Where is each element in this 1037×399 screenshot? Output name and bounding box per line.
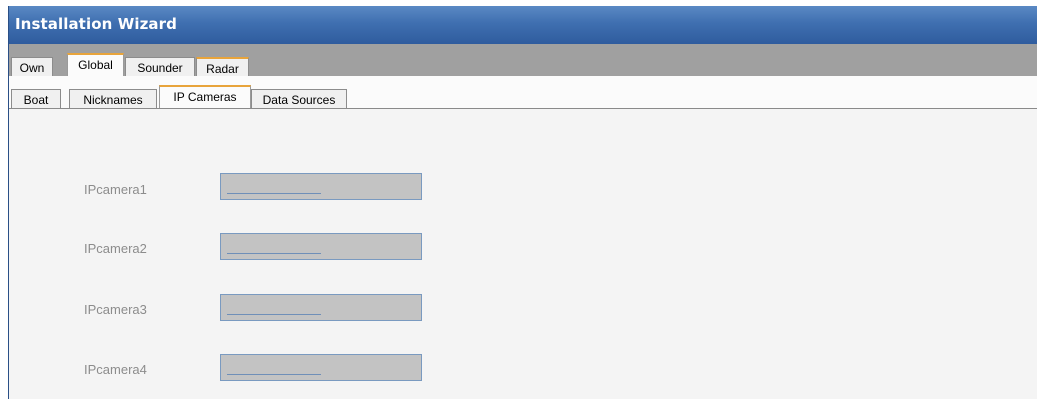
tab-ip-cameras[interactable]: IP Cameras xyxy=(159,85,251,109)
tab-nicknames-label: Nicknames xyxy=(83,93,143,107)
ipcamera1-label: IPcamera1 xyxy=(84,182,147,197)
ipcamera2-input[interactable] xyxy=(220,233,422,260)
ipcamera1-underline xyxy=(227,193,321,194)
installation-wizard-window: Installation Wizard Own Global Sounder R… xyxy=(8,6,1037,399)
tab-global[interactable]: Global xyxy=(67,53,124,77)
ipcamera4-input[interactable] xyxy=(220,354,422,381)
ipcamera3-underline xyxy=(227,314,321,315)
ipcamera2-label: IPcamera2 xyxy=(84,241,147,256)
ip-cameras-panel: IPcamera1 IPcamera2 IPcamera3 IPcamera4 xyxy=(9,108,1037,399)
tab-radar-label: Radar xyxy=(206,62,239,76)
tab-own-label: Own xyxy=(19,61,45,75)
ipcamera4-label: IPcamera4 xyxy=(84,362,147,377)
tab-data-sources-label: Data Sources xyxy=(262,93,336,107)
tab-radar[interactable]: Radar xyxy=(196,57,249,76)
ipcamera3-input[interactable] xyxy=(220,294,422,321)
tab-data-sources[interactable]: Data Sources xyxy=(251,89,347,108)
tab-sounder-label: Sounder xyxy=(137,61,183,75)
main-tab-strip: Own Global Sounder Radar xyxy=(9,44,1037,77)
tab-global-label: Global xyxy=(78,58,113,72)
tab-ip-cameras-label: IP Cameras xyxy=(173,90,237,104)
tab-sounder[interactable]: Sounder xyxy=(125,57,195,76)
sub-tab-strip: Boat Nicknames IP Cameras Data Sources xyxy=(9,76,1037,109)
window-title: Installation Wizard xyxy=(15,15,177,33)
ipcamera1-input[interactable] xyxy=(220,173,422,200)
ipcamera3-label: IPcamera3 xyxy=(84,302,147,317)
ipcamera4-underline xyxy=(227,374,321,375)
title-bar[interactable]: Installation Wizard xyxy=(9,6,1037,44)
tab-own[interactable]: Own xyxy=(11,57,53,76)
tab-boat[interactable]: Boat xyxy=(11,89,61,108)
ipcamera2-underline xyxy=(227,253,321,254)
tab-boat-label: Boat xyxy=(23,93,49,107)
tab-nicknames[interactable]: Nicknames xyxy=(69,89,157,108)
